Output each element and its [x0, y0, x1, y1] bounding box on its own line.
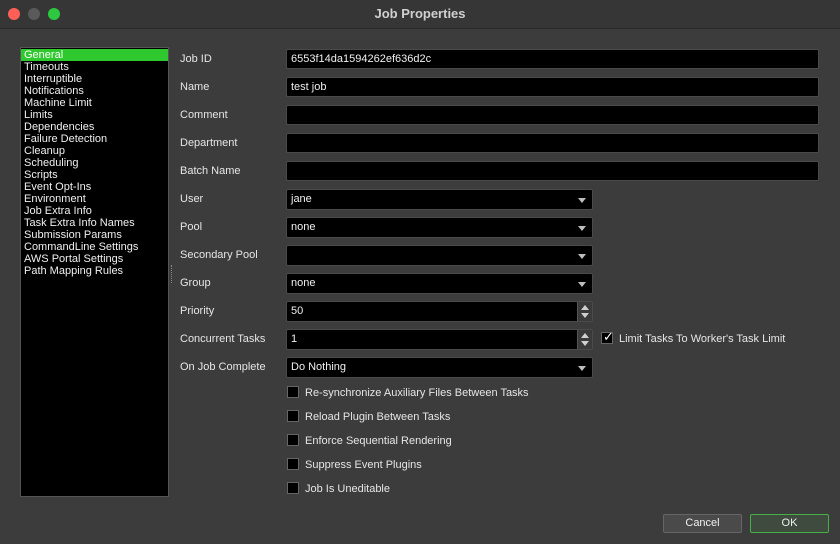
- user-dropdown-value: jane: [291, 193, 312, 205]
- reload-plugin-checkbox[interactable]: [287, 410, 299, 423]
- priority-stepper[interactable]: [577, 302, 592, 321]
- limit-tasks-checkbox-row[interactable]: ✓ Limit Tasks To Worker's Task Limit: [601, 329, 786, 348]
- job-uneditable-label: Job Is Uneditable: [305, 483, 390, 496]
- resync-aux-files-checkbox[interactable]: [287, 386, 299, 399]
- stepper-up-icon[interactable]: [581, 305, 589, 310]
- pool-dropdown[interactable]: none: [286, 217, 593, 238]
- chevron-down-icon: [578, 226, 586, 231]
- priority-value: 50: [291, 305, 304, 317]
- group-dropdown-value: none: [291, 277, 316, 289]
- on-job-complete-dropdown[interactable]: Do Nothing: [286, 357, 593, 378]
- sidebar-item-limits[interactable]: Limits: [21, 109, 168, 121]
- sidebar-item-scheduling[interactable]: Scheduling: [21, 157, 168, 169]
- chevron-down-icon: [578, 282, 586, 287]
- stepper-down-icon[interactable]: [581, 313, 589, 318]
- user-dropdown[interactable]: jane: [286, 189, 593, 210]
- window-title: Job Properties: [374, 6, 466, 21]
- job-id-label: Job ID: [180, 53, 212, 65]
- chevron-down-icon: [578, 198, 586, 203]
- group-label: Group: [180, 277, 211, 289]
- user-label: User: [180, 193, 204, 205]
- stepper-down-icon[interactable]: [581, 341, 589, 346]
- sequential-rendering-label: Enforce Sequential Rendering: [305, 435, 452, 448]
- cancel-button[interactable]: Cancel: [663, 514, 742, 533]
- suppress-event-plugins-label: Suppress Event Plugins: [305, 459, 422, 472]
- group-dropdown[interactable]: none: [286, 273, 593, 294]
- name-label: Name: [180, 81, 210, 93]
- priority-spinbox[interactable]: 50: [286, 301, 593, 322]
- pool-label: Pool: [180, 221, 203, 233]
- sidebar-item-dependencies[interactable]: Dependencies: [21, 121, 168, 133]
- sidebar-item-timeouts[interactable]: Timeouts: [21, 61, 168, 73]
- concurrent-tasks-spinbox[interactable]: 1: [286, 329, 593, 350]
- splitter-handle[interactable]: [171, 265, 174, 283]
- job-uneditable-row[interactable]: Job Is Uneditable: [287, 482, 390, 498]
- batch-name-label: Batch Name: [180, 165, 241, 177]
- secondary-pool-label: Secondary Pool: [180, 249, 258, 261]
- ok-button[interactable]: OK: [750, 514, 829, 533]
- sidebar-item-notifications[interactable]: Notifications: [21, 85, 168, 97]
- sidebar-item-submission-params[interactable]: Submission Params: [21, 229, 168, 241]
- priority-label: Priority: [180, 305, 215, 317]
- reload-plugin-label: Reload Plugin Between Tasks: [305, 411, 451, 424]
- sidebar-item-interruptible[interactable]: Interruptible: [21, 73, 168, 85]
- sidebar-item-aws-portal-settings[interactable]: AWS Portal Settings: [21, 253, 168, 265]
- resync-aux-files-row[interactable]: Re-synchronize Auxiliary Files Between T…: [287, 386, 529, 402]
- category-list[interactable]: General Timeouts Interruptible Notificat…: [20, 47, 169, 497]
- reload-plugin-row[interactable]: Reload Plugin Between Tasks: [287, 410, 450, 426]
- name-field[interactable]: [286, 77, 819, 97]
- sidebar-item-path-mapping-rules[interactable]: Path Mapping Rules: [21, 265, 168, 277]
- chevron-down-icon: [578, 366, 586, 371]
- sidebar-item-environment[interactable]: Environment: [21, 193, 168, 205]
- on-job-complete-label: On Job Complete: [180, 361, 266, 373]
- pool-dropdown-value: none: [291, 221, 316, 233]
- sidebar-item-commandline-settings[interactable]: CommandLine Settings: [21, 241, 168, 253]
- limit-tasks-label: Limit Tasks To Worker's Task Limit: [619, 333, 786, 346]
- job-id-field[interactable]: [286, 49, 819, 69]
- sequential-rendering-checkbox[interactable]: [287, 434, 299, 447]
- sidebar-item-general[interactable]: General: [21, 49, 168, 61]
- concurrent-tasks-label: Concurrent Tasks: [180, 333, 266, 345]
- secondary-pool-dropdown[interactable]: [286, 245, 593, 266]
- suppress-event-plugins-checkbox[interactable]: [287, 458, 299, 471]
- sidebar-item-task-extra-info-names[interactable]: Task Extra Info Names: [21, 217, 168, 229]
- department-label: Department: [180, 137, 238, 149]
- chevron-down-icon: [578, 254, 586, 259]
- comment-label: Comment: [180, 109, 228, 121]
- sidebar-item-failure-detection[interactable]: Failure Detection: [21, 133, 168, 145]
- suppress-event-plugins-row[interactable]: Suppress Event Plugins: [287, 458, 422, 474]
- job-uneditable-checkbox[interactable]: [287, 482, 299, 495]
- department-field[interactable]: [286, 133, 819, 153]
- concurrent-tasks-stepper[interactable]: [577, 330, 592, 349]
- sidebar-item-cleanup[interactable]: Cleanup: [21, 145, 168, 157]
- resync-aux-files-label: Re-synchronize Auxiliary Files Between T…: [305, 387, 529, 400]
- sidebar-item-scripts[interactable]: Scripts: [21, 169, 168, 181]
- on-job-complete-value: Do Nothing: [291, 361, 347, 373]
- sidebar-item-event-opt-ins[interactable]: Event Opt-Ins: [21, 181, 168, 193]
- sidebar-item-job-extra-info[interactable]: Job Extra Info: [21, 205, 168, 217]
- stepper-up-icon[interactable]: [581, 333, 589, 338]
- checkmark-icon: ✓: [603, 329, 614, 345]
- title-bar: Job Properties: [0, 0, 840, 29]
- batch-name-field[interactable]: [286, 161, 819, 181]
- sidebar-item-machine-limit[interactable]: Machine Limit: [21, 97, 168, 109]
- sequential-rendering-row[interactable]: Enforce Sequential Rendering: [287, 434, 452, 450]
- limit-tasks-checkbox[interactable]: ✓: [601, 329, 614, 345]
- concurrent-tasks-value: 1: [291, 333, 298, 345]
- comment-field[interactable]: [286, 105, 819, 125]
